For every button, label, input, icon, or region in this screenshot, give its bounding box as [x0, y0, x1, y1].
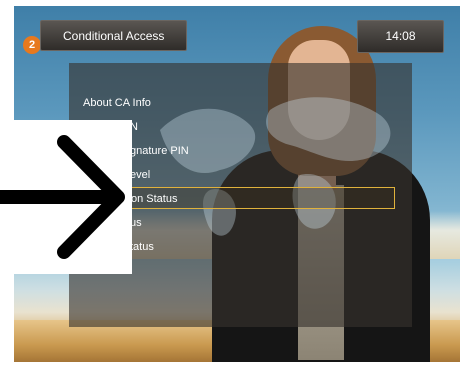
- menu-title: Conditional Access: [40, 20, 187, 51]
- arrow-overlay-card: [0, 120, 132, 274]
- clock: 14:08: [357, 20, 444, 53]
- channel-logo: 2: [23, 36, 41, 54]
- right-arrow-icon: [0, 135, 125, 259]
- tv-screen: 2 HD Conditional Access 14:08 About CA I…: [0, 0, 468, 367]
- menu-item-about-ca-info[interactable]: About CA Info: [75, 92, 395, 114]
